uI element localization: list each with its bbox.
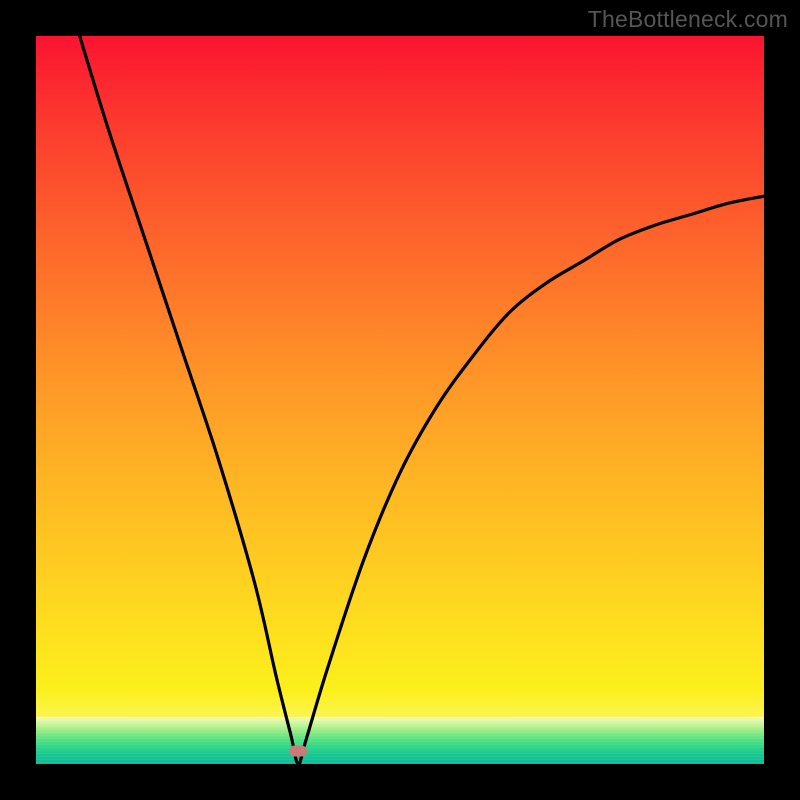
watermark-text: TheBottleneck.com	[588, 6, 788, 33]
curve-path	[80, 36, 764, 764]
bottleneck-curve	[36, 36, 764, 764]
plot-area	[36, 36, 764, 764]
chart-frame: TheBottleneck.com	[0, 0, 800, 800]
optimal-point-marker	[289, 745, 307, 756]
